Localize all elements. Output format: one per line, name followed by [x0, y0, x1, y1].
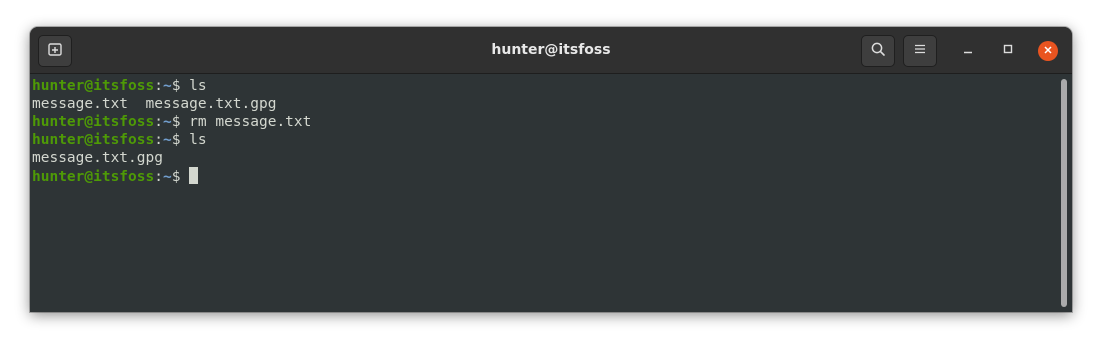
prompt-line: hunter@itsfoss:~$ ls [32, 131, 1072, 149]
minimize-button[interactable] [958, 41, 978, 61]
command-text: ls [189, 132, 207, 148]
command-text: rm message.txt [189, 114, 312, 130]
search-button[interactable] [861, 35, 895, 67]
prompt-user: hunter@itsfoss [32, 78, 155, 94]
minimize-icon [962, 42, 974, 60]
prompt-user: hunter@itsfoss [32, 169, 155, 185]
command-text: ls [189, 78, 207, 94]
prompt-line: hunter@itsfoss:~$ [32, 167, 1072, 185]
prompt-symbol: $ [171, 114, 190, 130]
output-text: message.txt.gpg [32, 150, 163, 166]
prompt-separator: : [154, 114, 163, 130]
maximize-button[interactable] [998, 41, 1018, 61]
text-cursor [189, 167, 199, 184]
close-button[interactable] [1038, 41, 1058, 61]
prompt-line: hunter@itsfoss:~$ ls [32, 77, 1072, 95]
prompt-separator: : [154, 78, 163, 94]
prompt-user: hunter@itsfoss [32, 132, 155, 148]
prompt-separator: : [154, 169, 163, 185]
prompt-separator: : [154, 132, 163, 148]
maximize-icon [1002, 42, 1014, 60]
terminal-output[interactable]: hunter@itsfoss:~$ ls message.txt message.… [30, 74, 1072, 312]
terminal-window: hunter@itsfoss hunter@itsfoss:~$ ls mess… [30, 27, 1072, 312]
prompt-path: ~ [162, 114, 172, 130]
scrollbar[interactable] [1061, 79, 1067, 307]
header-bar: hunter@itsfoss [30, 27, 1072, 74]
prompt-user: hunter@itsfoss [32, 114, 155, 130]
prompt-path: ~ [162, 78, 172, 94]
output-text: message.txt message.txt.gpg [32, 96, 277, 112]
prompt-line: hunter@itsfoss:~$ rm message.txt [32, 113, 1072, 131]
close-icon [1043, 42, 1053, 60]
prompt-symbol: $ [171, 132, 190, 148]
hamburger-menu-icon [913, 42, 927, 61]
prompt-symbol: $ [171, 169, 190, 185]
search-icon [870, 41, 886, 62]
prompt-path: ~ [162, 132, 172, 148]
prompt-path: ~ [162, 169, 172, 185]
menu-button[interactable] [903, 35, 937, 67]
prompt-symbol: $ [171, 78, 190, 94]
output-line: message.txt message.txt.gpg [32, 95, 1072, 113]
output-line: message.txt.gpg [32, 149, 1072, 167]
